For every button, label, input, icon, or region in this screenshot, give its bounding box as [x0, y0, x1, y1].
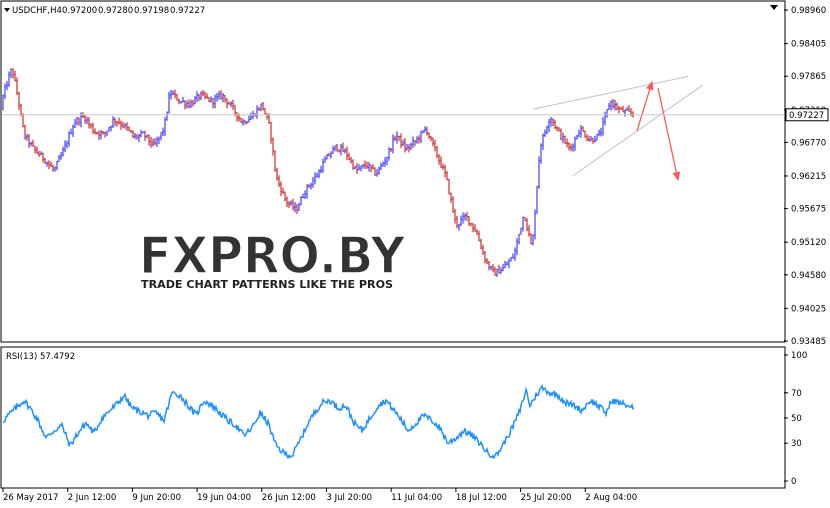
chart-header: USDCHF,H4 0.97200 0.97280 0.97198 0.9722…	[4, 6, 205, 16]
rsi-tick-label: 0	[791, 477, 796, 487]
price-tick-label: 0.96770	[791, 138, 826, 148]
price-tick-label: 0.94025	[791, 304, 826, 314]
watermark: FXPRO.BY TRADE CHART PATTERNS LIKE THE P…	[136, 226, 407, 292]
rsi-tick-label: 30	[791, 439, 802, 449]
last-price-label: 0.97227	[789, 111, 824, 121]
x-tick-label: 19 Jun 04:00	[197, 493, 251, 503]
symbol-label: USDCHF,H4	[12, 6, 62, 16]
x-tick-label: 9 Jun 20:00	[132, 493, 181, 503]
x-tick-label: 2 Jun 12:00	[68, 493, 117, 503]
rsi-label: RSI(13) 57.4792	[6, 352, 75, 362]
x-tick-label: 25 Jul 20:00	[521, 493, 572, 503]
rsi-tick-label: 50	[791, 414, 802, 424]
ohlc-close: 0.97227	[170, 6, 205, 16]
x-tick-label: 2 Aug 04:00	[585, 493, 637, 503]
rsi-tick-label: 100	[791, 351, 807, 361]
x-tick-label: 3 Jul 20:00	[327, 493, 373, 503]
price-tick-label: 0.97865	[791, 72, 826, 82]
price-tick-label: 0.98405	[791, 40, 826, 50]
price-tick-label: 0.95120	[791, 238, 826, 248]
x-tick-label: 26 May 2017	[3, 493, 58, 503]
price-tick-label: 0.93485	[791, 337, 826, 347]
rsi-tick-label: 70	[791, 389, 802, 399]
x-tick-label: 26 Jun 12:00	[262, 493, 316, 503]
rsi-panel	[0, 346, 786, 489]
ohlc-high: 0.97280	[98, 6, 133, 16]
price-tick-label: 0.98960	[791, 6, 826, 16]
watermark-tagline: TRADE CHART PATTERNS LIKE THE PROS	[141, 279, 393, 291]
price-tick-label: 0.94580	[791, 271, 826, 281]
chart-window: FXPRO.BY TRADE CHART PATTERNS LIKE THE P…	[0, 0, 830, 508]
ohlc-low: 0.97198	[134, 6, 169, 16]
chart-canvas[interactable]: FXPRO.BY TRADE CHART PATTERNS LIKE THE P…	[0, 0, 830, 508]
price-tick-label: 0.96215	[791, 172, 826, 182]
x-tick-label: 11 Jul 04:00	[391, 493, 442, 503]
x-tick-label: 18 Jul 12:00	[456, 493, 507, 503]
price-tick-label: 0.95675	[791, 205, 826, 215]
ohlc-open: 0.97200	[62, 6, 97, 16]
